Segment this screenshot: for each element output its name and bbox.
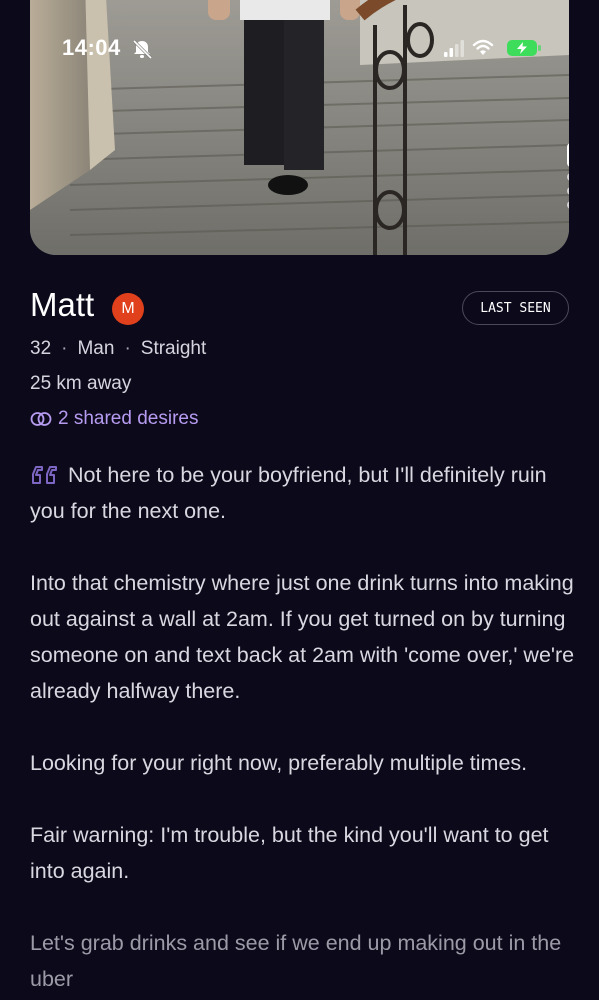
- bio-paragraph: Let's grab drinks and see if we end up m…: [30, 931, 562, 991]
- profile-name: Matt: [30, 286, 95, 323]
- signal-icon: [444, 40, 464, 57]
- bio-paragraph: Fair warning: I'm trouble, but the kind …: [30, 823, 549, 883]
- wifi-icon: [472, 39, 494, 55]
- photo-pager[interactable]: [566, 143, 569, 215]
- shared-desires-label: 2 shared desires: [58, 408, 199, 429]
- bio-paragraph: Looking for your right now, preferably m…: [30, 751, 528, 775]
- profile-orientation: Straight: [140, 338, 207, 359]
- bell-muted-icon: [132, 39, 153, 60]
- pager-dot[interactable]: [567, 187, 569, 195]
- battery-charging-icon: [507, 40, 541, 56]
- profile-meta: 32 · Man · Straight: [30, 338, 206, 360]
- bio-paragraph: Into that chemistry where just one drink…: [30, 571, 575, 703]
- profile-bio: Not here to be your boyfriend, but I'll …: [30, 457, 575, 1000]
- interlocking-rings-icon: [30, 412, 52, 426]
- last-seen-button[interactable]: LAST SEEN: [462, 291, 569, 325]
- member-badge: M: [112, 293, 144, 325]
- pager-dot[interactable]: [567, 173, 569, 181]
- profile-distance: 25 km away: [30, 373, 132, 394]
- pager-dot-active[interactable]: [567, 143, 569, 167]
- pager-dot[interactable]: [567, 201, 569, 209]
- bio-paragraph: Not here to be your boyfriend, but I'll …: [30, 463, 547, 523]
- separator: ·: [124, 338, 131, 359]
- status-time: 14:04: [62, 35, 121, 60]
- profile-page: 14:04 Matt M LAST SEEN 32 · Man · Straig…: [0, 0, 599, 1000]
- profile-age: 32: [30, 338, 52, 359]
- profile-gender: Man: [77, 338, 115, 359]
- separator: ·: [61, 338, 68, 359]
- shared-desires-link[interactable]: 2 shared desires: [30, 408, 198, 430]
